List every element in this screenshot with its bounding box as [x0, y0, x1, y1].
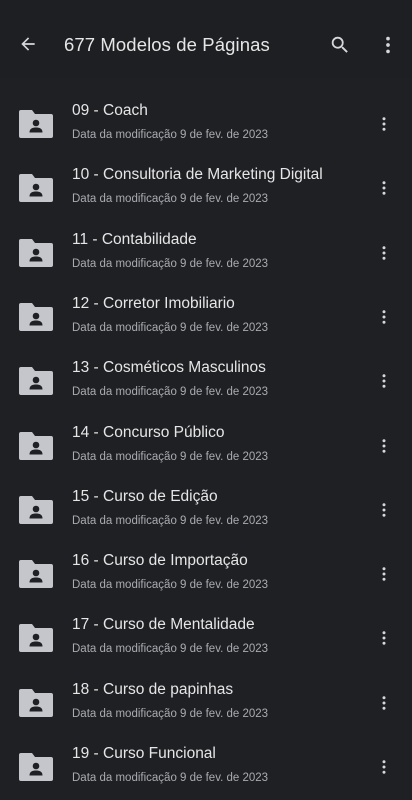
file-modified-date: Data da modificação 9 de fev. de 2023	[72, 450, 269, 463]
more-vert-icon	[382, 760, 386, 774]
file-more-button[interactable]	[372, 560, 396, 588]
more-vert-icon	[382, 374, 386, 388]
file-modified-date: Data da modificação 9 de fev. de 2023	[72, 193, 269, 206]
more-vert-icon	[382, 310, 386, 324]
file-more-button[interactable]	[372, 432, 396, 460]
more-vert-icon	[382, 245, 386, 260]
file-name: 13 - Cosméticos Masculinos	[72, 359, 266, 377]
file-row[interactable]: 15 - Curso de Edição Data da modificação…	[0, 480, 412, 544]
back-button[interactable]	[14, 30, 42, 58]
file-modified-date: Data da modificação 9 de fev. de 2023	[72, 772, 269, 784]
file-more-button[interactable]	[372, 174, 396, 202]
file-row[interactable]: 14 - Concurso Público Data da modificaçã…	[0, 416, 412, 480]
file-more-button[interactable]	[372, 689, 396, 717]
file-name: 16 - Curso de Importação	[72, 552, 248, 570]
more-vert-icon	[382, 117, 386, 131]
file-modified-date: Data da modificação 9 de fev. de 2023	[72, 643, 269, 656]
more-vert-icon	[386, 36, 390, 54]
file-name: 09 - Coach	[72, 102, 148, 119]
file-name: 18 - Curso de papinhas	[72, 680, 234, 698]
file-row[interactable]: 12 - Corretor Imobiliario Data da modifi…	[0, 287, 412, 351]
file-modified-date: Data da modificação 9 de fev. de 2023	[72, 386, 269, 399]
file-more-button[interactable]	[372, 367, 396, 395]
more-vert-icon	[382, 438, 386, 453]
file-name: 11 - Contabilidade	[72, 230, 197, 248]
file-modified-date: Data da modificação 9 de fev. de 2023	[72, 257, 269, 270]
shared-folder-icon	[19, 495, 53, 524]
shared-folder-icon	[19, 302, 53, 331]
file-modified-date: Data da modificação 9 de fev. de 2023	[72, 514, 269, 527]
file-row[interactable]: 17 - Curso de Mentalidade Data da modifi…	[0, 608, 412, 672]
shared-folder-icon	[19, 174, 53, 203]
file-name: 19 - Curso Funcional	[72, 745, 216, 762]
file-list[interactable]: 09 - Coach Data da modificação 9 de fev.…	[0, 78, 412, 800]
more-vert-icon	[382, 567, 386, 581]
overflow-menu-button[interactable]	[374, 31, 402, 59]
shared-folder-icon	[19, 238, 53, 267]
file-row[interactable]: 10 - Consultoria de Marketing Digital Da…	[0, 158, 412, 222]
file-name: 14 - Concurso Público	[72, 423, 225, 441]
file-more-button[interactable]	[372, 753, 396, 781]
file-name: 10 - Consultoria de Marketing Digital	[72, 166, 323, 184]
page-title: 677 Modelos de Páginas	[64, 34, 270, 55]
file-row[interactable]: 19 - Curso Funcional Data da modificação…	[0, 737, 412, 800]
file-row[interactable]: 13 - Cosméticos Masculinos Data da modif…	[0, 351, 412, 415]
file-name: 15 - Curso de Edição	[72, 487, 218, 505]
more-vert-icon	[382, 181, 386, 196]
file-more-button[interactable]	[372, 110, 396, 138]
arrow-back-icon	[21, 37, 35, 51]
file-row[interactable]: 18 - Curso de papinhas Data da modificaç…	[0, 673, 412, 737]
shared-folder-icon	[19, 560, 53, 589]
shared-folder-icon	[19, 110, 53, 138]
file-modified-date: Data da modificação 9 de fev. de 2023	[72, 707, 269, 720]
file-more-button[interactable]	[372, 303, 396, 331]
file-more-button[interactable]	[372, 496, 396, 524]
search-button[interactable]	[326, 31, 354, 59]
shared-folder-icon	[19, 753, 53, 781]
file-more-button[interactable]	[372, 624, 396, 652]
file-more-button[interactable]	[372, 239, 396, 267]
file-modified-date: Data da modificação 9 de fev. de 2023	[72, 579, 269, 592]
more-vert-icon	[382, 631, 386, 646]
file-name: 17 - Curso de Mentalidade	[72, 616, 255, 634]
shared-folder-icon	[19, 367, 53, 396]
file-row[interactable]: 11 - Contabilidade Data da modificação 9…	[0, 223, 412, 287]
more-vert-icon	[382, 503, 386, 517]
file-name: 12 - Corretor Imobiliario	[72, 294, 235, 312]
file-modified-date: Data da modificação 9 de fev. de 2023	[72, 129, 269, 141]
shared-folder-icon	[19, 688, 53, 717]
more-vert-icon	[382, 695, 386, 710]
app-bar: 677 Modelos de Páginas	[0, 0, 412, 78]
search-icon	[331, 36, 348, 53]
file-row[interactable]: 16 - Curso de Importação Data da modific…	[0, 544, 412, 608]
shared-folder-icon	[19, 431, 53, 460]
shared-folder-icon	[19, 624, 53, 653]
file-modified-date: Data da modificação 9 de fev. de 2023	[72, 321, 269, 334]
file-row[interactable]: 09 - Coach Data da modificação 9 de fev.…	[0, 94, 412, 158]
